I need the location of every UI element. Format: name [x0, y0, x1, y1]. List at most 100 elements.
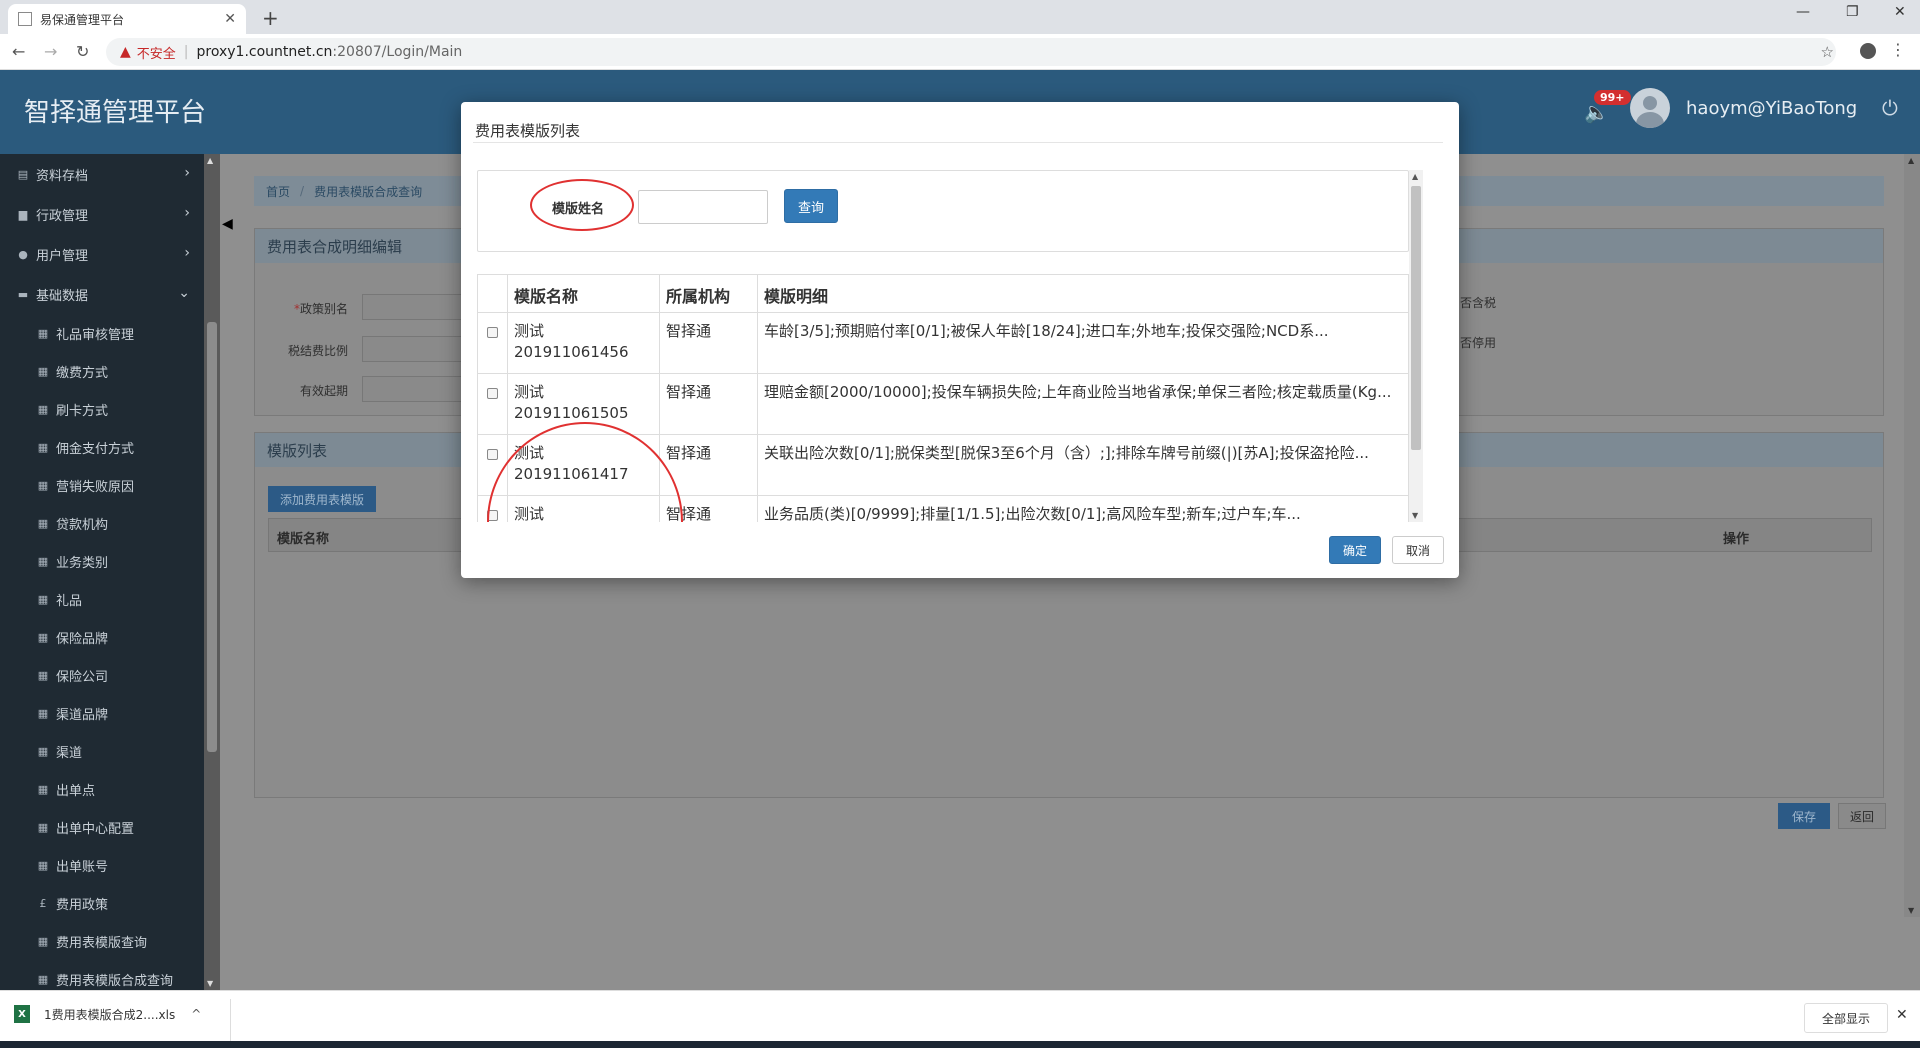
page-favicon-icon [18, 12, 32, 26]
sidebar-subitem[interactable]: ▦ 营销失败原因 [0, 466, 204, 504]
policy-alias-text: 政策别名 [300, 302, 349, 316]
back-button[interactable]: 返回 [1838, 803, 1886, 829]
save-button[interactable]: 保存 [1778, 803, 1830, 829]
tax-included-label: 否含税 [1460, 296, 1497, 310]
scroll-down-icon[interactable]: ▼ [1412, 511, 1418, 520]
row-checkbox[interactable] [477, 373, 508, 435]
table-row[interactable]: 测试 201911061505 智择通 理赔金额[2000/10000];投保车… [477, 373, 1409, 435]
grid-icon: ▦ [37, 516, 49, 530]
modal-title: 费用表模版列表 [475, 122, 581, 140]
col-name: 模版名称 [277, 532, 330, 547]
grid-icon: ▦ [37, 630, 49, 644]
sidebar-item-admin[interactable]: ▆ 行政管理 › [0, 194, 204, 234]
window-close-icon[interactable]: ✕ [1894, 4, 1906, 20]
add-template-button[interactable]: 添加费用表模版 [268, 486, 377, 512]
minimize-icon[interactable]: — [1796, 4, 1810, 20]
back-icon[interactable]: ← [12, 42, 25, 61]
grid-icon: ▦ [37, 668, 49, 682]
sidebar-subitem[interactable]: ▦ 业务类别 [0, 542, 204, 580]
template-name-input[interactable] [638, 190, 768, 224]
page-scrollbar[interactable]: ▲ ▼ [1904, 154, 1920, 917]
bookmark-star-icon[interactable]: ☆ [1821, 43, 1834, 61]
power-icon[interactable]: ⏻ [1882, 96, 1898, 120]
sidebar-subitem[interactable]: ▦ 渠道 [0, 732, 204, 770]
scroll-down-icon[interactable]: ▼ [207, 979, 213, 988]
sidebar: ▤ 资料存档 › ▆ 行政管理 › ● 用户管理 › ▬ 基础数据 ⌄ ▦ 礼品审… [0, 154, 204, 990]
download-filename[interactable]: 1费用表模版合成2....xls [44, 1006, 175, 1023]
account-icon[interactable] [1860, 43, 1876, 59]
sidebar-item-label: 营销失败原因 [56, 479, 135, 495]
query-button[interactable]: 查询 [784, 189, 838, 223]
sidebar-subitem[interactable]: ▦ 缴费方式 [0, 352, 204, 390]
checkbox[interactable] [487, 449, 498, 460]
reload-icon[interactable]: ↻ [76, 42, 89, 61]
tab-close-icon[interactable]: ✕ [224, 11, 236, 27]
sidebar-subitem[interactable]: ▦ 保险公司 [0, 656, 204, 694]
download-bar-close-icon[interactable]: ✕ [1896, 1007, 1908, 1023]
scroll-up-icon[interactable]: ▲ [207, 156, 213, 165]
download-item[interactable]: X 1费用表模版合成2....xls ^ [14, 1005, 201, 1023]
scroll-up-icon[interactable]: ▲ [1908, 156, 1914, 165]
avatar[interactable] [1630, 88, 1670, 128]
sidebar-subitem[interactable]: £ 费用政策 [0, 884, 204, 922]
sidebar-subitem[interactable]: ▦ 保险品牌 [0, 618, 204, 656]
sidebar-item-archive[interactable]: ▤ 资料存档 › [0, 154, 204, 194]
sidebar-subitem[interactable]: ▦ 费用表模版查询 [0, 922, 204, 960]
checkbox[interactable] [487, 327, 498, 338]
sidebar-scroll-thumb[interactable] [207, 322, 217, 752]
database-icon: ▬ [17, 287, 29, 301]
confirm-button[interactable]: 确定 [1329, 536, 1381, 564]
sidebar-subitem[interactable]: ▦ 礼品 [0, 580, 204, 618]
new-tab-button[interactable]: + [262, 6, 279, 30]
show-all-button[interactable]: 全部显示 [1804, 1003, 1888, 1033]
sidebar-subitem[interactable]: ▦ 出单点 [0, 770, 204, 808]
row-checkbox[interactable] [477, 312, 508, 374]
sidebar-item-label: 出单账号 [56, 859, 109, 875]
sidebar-subitem[interactable]: ▦ 出单账号 [0, 846, 204, 884]
cancel-button[interactable]: 取消 [1392, 536, 1444, 564]
username[interactable]: haoym@YiBaoTong [1686, 98, 1857, 119]
sidebar-subitem[interactable]: ▦ 刷卡方式 [0, 390, 204, 428]
sidebar-item-users[interactable]: ● 用户管理 › [0, 234, 204, 274]
sidebar-subitem[interactable]: ▦ 出单中心配置 [0, 808, 204, 846]
menu-kebab-icon[interactable]: ⋮ [1890, 40, 1906, 59]
sidebar-item-label: 贷款机构 [56, 517, 109, 533]
sidebar-subitem-active[interactable]: ▦ 费用表模版合成查询 [0, 960, 204, 990]
scroll-up-icon[interactable]: ▲ [1412, 172, 1418, 181]
policy-alias-input[interactable] [362, 294, 462, 320]
grid-icon: ▦ [37, 440, 49, 454]
sidebar-subitem[interactable]: ▦ 佣金支付方式 [0, 428, 204, 466]
sidebar-subitem[interactable]: ▦ 渠道品牌 [0, 694, 204, 732]
tax-ratio-input[interactable] [362, 336, 462, 362]
chevron-up-icon[interactable]: ^ [191, 1007, 201, 1021]
col-action: 操作 [1723, 532, 1750, 547]
sidebar-subitem[interactable]: ▦ 礼品审核管理 [0, 314, 204, 352]
checkbox[interactable] [487, 388, 498, 399]
modal-scrollbar[interactable]: ▲ ▼ [1409, 170, 1423, 522]
modal-scroll-thumb[interactable] [1411, 186, 1421, 450]
sidebar-item-basic-data[interactable]: ▬ 基础数据 ⌄ [0, 274, 204, 314]
valid-from-input[interactable] [362, 376, 462, 402]
grid-icon: ▦ [37, 554, 49, 568]
forward-icon[interactable]: → [44, 42, 57, 61]
breadcrumb-current[interactable]: 费用表模版合成查询 [314, 183, 422, 200]
row-detail: 关联出险次数[0/1];脱保类型[脱保3至6个月（含）;];排除车牌号前缀(|)… [757, 434, 1409, 496]
chevron-right-icon: › [184, 245, 190, 261]
sidebar-subitem[interactable]: ▦ 贷款机构 [0, 504, 204, 542]
tax-ratio-label: 税结费比例 [288, 344, 349, 358]
insecure-label: 不安全 [136, 46, 176, 62]
grid-icon: ▦ [37, 934, 49, 948]
row-detail: 理赔金额[2000/10000];投保车辆损失险;上年商业险当地省承保;单保三者… [757, 373, 1409, 435]
breadcrumb-home[interactable]: 首页 [266, 183, 290, 200]
sidebar-item-label: 用户管理 [36, 248, 89, 264]
sidebar-scrollbar[interactable]: ▲ ▼ [204, 154, 220, 990]
sidebar-collapse-icon[interactable]: ◀ [222, 216, 233, 232]
sidebar-item-label: 出单点 [56, 783, 96, 799]
browser-tab[interactable]: 易保通管理平台 ✕ [8, 4, 246, 34]
grid-icon: ▦ [37, 326, 49, 340]
maximize-icon[interactable]: ❐ [1846, 4, 1859, 20]
url-input[interactable]: ▲ 不安全 | proxy1.countnet.cn :20807/Login/… [106, 38, 1836, 66]
scroll-down-icon[interactable]: ▼ [1908, 906, 1914, 915]
table-row[interactable]: 测试 201911061456 智择通 车龄[3/5];预期赔付率[0/1];被… [477, 312, 1409, 374]
sidebar-item-label: 费用政策 [56, 897, 109, 913]
